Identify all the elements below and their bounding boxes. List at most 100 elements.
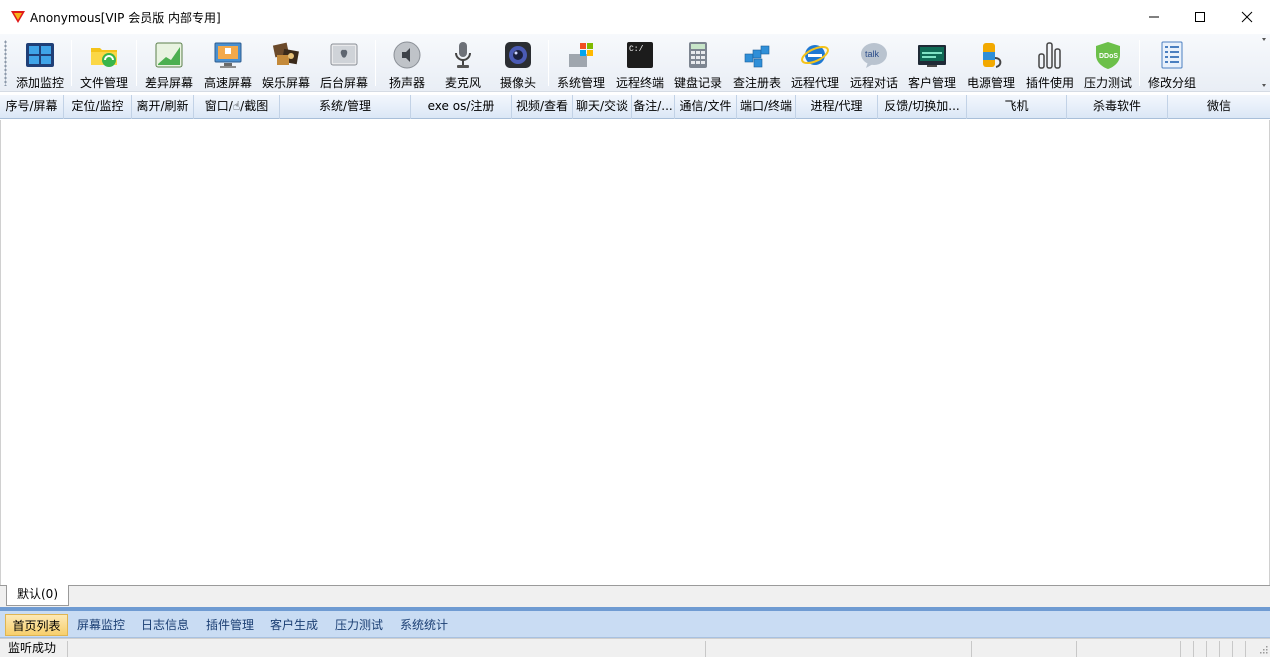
keylogger-label: 键盘记录 <box>673 76 722 90</box>
monitor-grid-icon <box>26 43 54 67</box>
column-header[interactable]: 备注/... <box>632 95 675 119</box>
minimize-icon <box>1149 16 1159 18</box>
entertainment-screen-button[interactable]: 娱乐屏幕 <box>258 37 314 91</box>
folder-sync-icon <box>91 48 117 67</box>
remote-proxy-button[interactable]: 远程代理 <box>787 37 843 91</box>
remote-chat-button[interactable]: talk 远程对话 <box>846 37 902 91</box>
column-header[interactable]: 端口/终端 <box>737 95 796 119</box>
toolbar-overflow-icon[interactable] <box>1260 36 1268 90</box>
plugin-usage-label: 插件使用 <box>1025 76 1074 90</box>
minimize-button[interactable] <box>1131 0 1177 34</box>
ddos-icon-text: DDoS <box>1099 53 1118 60</box>
file-manager-label: 文件管理 <box>79 76 128 90</box>
tab-stress-test[interactable]: 压力测试 <box>330 614 388 636</box>
equalizer-bars-icon <box>1038 42 1061 69</box>
toolbar-grip[interactable] <box>4 40 7 86</box>
status-bar: 监听成功 <box>0 638 1270 657</box>
battery-plug-icon <box>983 43 1002 68</box>
column-header[interactable]: 序号/屏幕 <box>0 95 64 119</box>
tab-log-info[interactable]: 日志信息 <box>136 614 194 636</box>
client-manager-button[interactable]: 客户管理 <box>904 37 960 91</box>
toolbar-separator <box>136 40 137 86</box>
camera-button[interactable]: 摄像头 <box>491 37 545 91</box>
registry-label: 查注册表 <box>732 76 781 90</box>
column-header[interactable]: 杀毒软件 <box>1067 95 1168 119</box>
maximize-icon <box>1195 12 1205 22</box>
resize-grip-icon[interactable] <box>1258 644 1268 654</box>
fast-screen-button[interactable]: 高速屏幕 <box>200 37 256 91</box>
status-divider <box>1180 641 1181 657</box>
status-divider <box>971 641 972 657</box>
column-header[interactable]: 离开/刷新 <box>132 95 194 119</box>
client-list-header: 序号/屏幕 定位/监控 离开/刷新 窗口/☝/截图 系统/管理 exe os/注… <box>0 95 1270 119</box>
system-manager-button[interactable]: 系统管理 <box>553 37 609 91</box>
calculator-keyboard-icon <box>689 42 707 68</box>
remote-terminal-label: 远程终端 <box>615 76 664 90</box>
background-screen-label: 后台屏幕 <box>319 76 368 90</box>
column-header[interactable]: 飞机 <box>967 95 1067 119</box>
add-monitor-label: 添加监控 <box>15 76 64 90</box>
column-header[interactable]: 进程/代理 <box>796 95 878 119</box>
talk-icon-text: talk <box>865 49 880 59</box>
column-header[interactable]: 通信/文件 <box>675 95 737 119</box>
client-manager-label: 客户管理 <box>907 76 956 90</box>
power-manager-button[interactable]: 电源管理 <box>963 37 1019 91</box>
tab-home-list[interactable]: 首页列表 <box>5 614 68 636</box>
group-tab-default[interactable]: 默认(0) <box>6 585 69 606</box>
column-header[interactable]: 聊天/交谈 <box>573 95 632 119</box>
list-document-icon <box>1161 41 1183 69</box>
tab-system-stats[interactable]: 系统统计 <box>395 614 453 636</box>
status-divider <box>1219 641 1220 657</box>
webcam-icon <box>505 42 531 68</box>
modify-group-button[interactable]: 修改分组 <box>1144 37 1200 91</box>
status-divider <box>1076 641 1077 657</box>
client-list[interactable] <box>0 120 1270 585</box>
registry-button[interactable]: 查注册表 <box>729 37 785 91</box>
column-header[interactable]: 定位/监控 <box>64 95 132 119</box>
keylogger-button[interactable]: 键盘记录 <box>670 37 726 91</box>
fast-screen-label: 高速屏幕 <box>203 76 252 90</box>
status-divider <box>1245 641 1246 657</box>
close-icon <box>1241 11 1253 23</box>
microphone-button[interactable]: 麦克风 <box>436 37 490 91</box>
add-monitor-button[interactable]: 添加监控 <box>12 37 68 91</box>
terminal-icon: C:/ <box>627 42 653 68</box>
diff-screen-button[interactable]: 差异屏幕 <box>141 37 197 91</box>
registry-cubes-icon <box>744 45 770 68</box>
plugin-usage-button[interactable]: 插件使用 <box>1022 37 1078 91</box>
entertainment-screen-label: 娱乐屏幕 <box>261 76 310 90</box>
diff-screen-label: 差异屏幕 <box>144 76 193 90</box>
speaker-icon <box>393 41 421 69</box>
column-header[interactable]: 微信 <box>1168 95 1270 119</box>
remote-proxy-label: 远程代理 <box>790 76 839 90</box>
status-divider <box>1232 641 1233 657</box>
column-header[interactable]: 系统/管理 <box>280 95 411 119</box>
status-text: 监听成功 <box>8 641 57 655</box>
tab-client-build[interactable]: 客户生成 <box>265 614 323 636</box>
apple-screen-icon <box>330 43 358 66</box>
column-header[interactable]: exe os/注册 <box>411 95 512 119</box>
column-header[interactable]: 窗口/☝/截图 <box>194 95 280 119</box>
terminal-icon-text: C:/ <box>629 45 644 54</box>
file-manager-button[interactable]: 文件管理 <box>76 37 132 91</box>
stress-test-button[interactable]: DDoS 压力测试 <box>1080 37 1136 91</box>
speaker-button[interactable]: 扬声器 <box>380 37 434 91</box>
stress-test-label: 压力测试 <box>1083 76 1132 90</box>
talk-bubble-icon: talk <box>861 43 887 68</box>
column-header[interactable]: 反馈/切换加... <box>878 95 967 119</box>
ddos-shield-icon: DDoS <box>1096 42 1120 69</box>
windows-computer-icon <box>569 43 593 67</box>
maximize-button[interactable] <box>1177 0 1223 34</box>
status-divider <box>1193 641 1194 657</box>
column-header[interactable]: 视频/查看 <box>512 95 573 119</box>
tab-plugin-manager[interactable]: 插件管理 <box>201 614 259 636</box>
toolbar-separator <box>375 40 376 86</box>
toolbar-separator <box>548 40 549 86</box>
tab-screen-monitor[interactable]: 屏幕监控 <box>72 614 130 636</box>
app-logo-icon <box>11 11 25 23</box>
title-bar: Anonymous[VIP 会员版 内部专用] <box>0 0 1270 34</box>
remote-terminal-button[interactable]: C:/ 远程终端 <box>612 37 668 91</box>
window-title: Anonymous[VIP 会员版 内部专用] <box>30 10 221 25</box>
close-button[interactable] <box>1224 0 1270 34</box>
background-screen-button[interactable]: 后台屏幕 <box>316 37 372 91</box>
